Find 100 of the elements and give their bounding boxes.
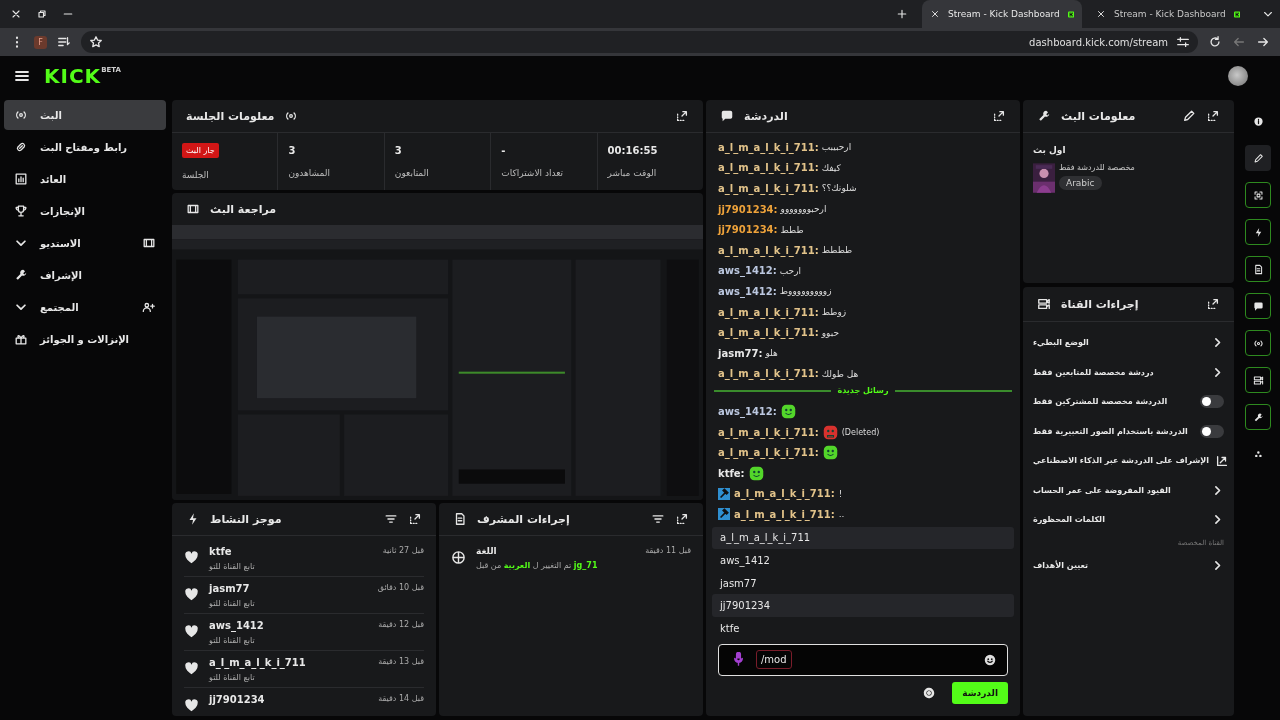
settings-icon[interactable] (922, 685, 937, 700)
sidebar-item[interactable]: المجتمع (4, 292, 166, 322)
sidebar-item[interactable]: الاستديو (4, 228, 166, 258)
reload-icon[interactable] (1208, 35, 1222, 49)
forward-icon[interactable] (1256, 35, 1270, 49)
timestamp: قبل 11 دقيقة (645, 546, 691, 555)
sidebar-item[interactable]: الإشراف (4, 260, 166, 290)
username[interactable]: a_l_m_a_l_k_i_711: (734, 488, 835, 500)
filter-icon[interactable] (384, 512, 398, 526)
globe-icon (451, 550, 466, 565)
username: aws_1412 (209, 620, 265, 631)
trophy-icon (14, 204, 28, 218)
message-text: .. (838, 509, 845, 520)
sidebar-item[interactable]: البث (4, 100, 166, 130)
activity-text: تابع القناة للتو (209, 636, 256, 645)
browser-tab[interactable]: Stream - Kick Dashboard (922, 0, 1082, 28)
broadcast-icon (284, 109, 299, 123)
username[interactable]: a_l_m_a_l_k_i_711: (734, 508, 835, 520)
action-label[interactable]: تعيين الأهداف (1033, 560, 1088, 570)
send-button[interactable]: الدردشة (952, 681, 1008, 704)
chat-input[interactable]: /mod (718, 643, 1008, 676)
address-bar[interactable]: dashboard.kick.com/stream (81, 31, 1198, 53)
close-icon[interactable] (1096, 9, 1106, 19)
expand-icon[interactable] (675, 109, 689, 123)
heart-icon (184, 698, 199, 713)
hammer-icon (718, 487, 730, 500)
mention-suggestion[interactable]: ktfe (712, 617, 1014, 640)
avatar[interactable] (1228, 66, 1248, 86)
chat-icon[interactable] (1245, 293, 1271, 319)
username[interactable]: ktfe: (718, 467, 745, 479)
action-label[interactable]: دردشة مخصصة للمتابعين فقط (1033, 367, 1154, 377)
menu-icon[interactable] (14, 68, 30, 84)
sidebar-item[interactable]: الإنجازات (4, 196, 166, 226)
new-tab-icon[interactable] (896, 8, 908, 20)
sidebar-item[interactable]: رابط ومفتاح البث (4, 132, 166, 162)
action-label[interactable]: الكلمات المحظورة (1033, 515, 1105, 525)
timestamp: قبل 12 دقيقة (378, 620, 424, 629)
username[interactable]: aws_1412: (718, 405, 777, 417)
expand-icon[interactable] (675, 512, 689, 526)
action-label[interactable]: الوضع البطيء (1033, 338, 1089, 348)
tag: Arabic (1059, 176, 1102, 190)
browser-tab[interactable]: Stream - Kick Dashboard (1088, 0, 1248, 28)
timestamp: قبل 13 دقيقة (378, 657, 424, 666)
restore-icon[interactable] (36, 8, 48, 20)
gift-icon (14, 332, 28, 346)
expand-icon[interactable] (992, 109, 1006, 123)
pencil-icon[interactable] (1245, 145, 1271, 171)
broadcast-icon[interactable] (1245, 330, 1271, 356)
star-icon[interactable] (89, 35, 103, 49)
username: jj7901234 (209, 694, 266, 705)
action-title: اللغة (476, 546, 498, 556)
site-settings-icon[interactable] (1176, 35, 1190, 49)
timestamp: قبل 27 ثانية (382, 546, 424, 555)
mention-suggestion[interactable]: aws_1412 (712, 549, 1014, 572)
timestamp: قبل 14 دقيقة (378, 694, 424, 703)
profile-badge[interactable]: F (34, 35, 47, 49)
message-text: ! (838, 488, 843, 499)
stat-label: الوقت مباشر (607, 168, 657, 178)
layout-icon[interactable] (1245, 367, 1271, 393)
people-icon (142, 300, 156, 314)
mention-suggestion[interactable]: jasm77 (712, 571, 1014, 595)
category[interactable]: مخصصة للدردشة فقط (1059, 163, 1135, 172)
document-icon (453, 512, 467, 526)
toggle-switch[interactable] (1200, 424, 1224, 438)
pencil-icon[interactable] (1182, 109, 1196, 123)
heart-icon (184, 550, 199, 565)
wrench-icon[interactable] (1245, 404, 1271, 430)
broadcast-icon (14, 108, 28, 122)
username[interactable]: a_l_m_a_l_k_i_711: (718, 447, 819, 459)
activity-text: تابع القناة للتو (209, 599, 256, 608)
stat-label: المشاهدون (288, 168, 331, 178)
mention-suggestion[interactable]: a_l_m_a_l_k_i_711 (712, 526, 1014, 550)
expand-icon[interactable] (1206, 109, 1220, 123)
document-icon[interactable] (1245, 256, 1271, 282)
filter-icon[interactable] (651, 512, 665, 526)
stat-value: 00:16:55 (607, 145, 658, 156)
lightning-icon[interactable] (1245, 219, 1271, 245)
close-icon[interactable] (930, 9, 940, 19)
username[interactable]: a_l_m_a_l_k_i_711: (718, 426, 819, 438)
action-label[interactable]: القيود المفروضة على عمر الحساب (1033, 485, 1171, 495)
focus-icon[interactable] (1245, 182, 1271, 208)
stat-value: - (501, 145, 506, 156)
external-link-icon[interactable] (1215, 453, 1229, 468)
toggle-switch[interactable] (1200, 395, 1224, 409)
mention-suggestion[interactable]: jj7901234 (712, 594, 1014, 618)
film-icon (186, 202, 200, 216)
action-label[interactable]: الإشراف على الدردشة عبر الذكاء الاصطناعي (1033, 456, 1209, 466)
back-icon[interactable] (1232, 35, 1246, 49)
close-icon[interactable] (10, 8, 22, 20)
reading-list-icon[interactable] (57, 35, 71, 49)
sidebar-item[interactable]: الإنزالات و الجوائز (4, 324, 166, 354)
emoji-icon[interactable] (983, 652, 997, 667)
stat-label: تعداد الاشتراكات (501, 168, 563, 178)
new-messages-divider: رسائل جديدة (837, 386, 889, 396)
sidebar-item[interactable]: العائد (4, 164, 166, 194)
expand-icon[interactable] (408, 512, 422, 526)
microphone-icon[interactable] (731, 652, 746, 668)
expand-icon[interactable] (1206, 297, 1220, 311)
link-icon (14, 140, 28, 154)
activity-text: تابع القناة للتو (209, 562, 256, 571)
